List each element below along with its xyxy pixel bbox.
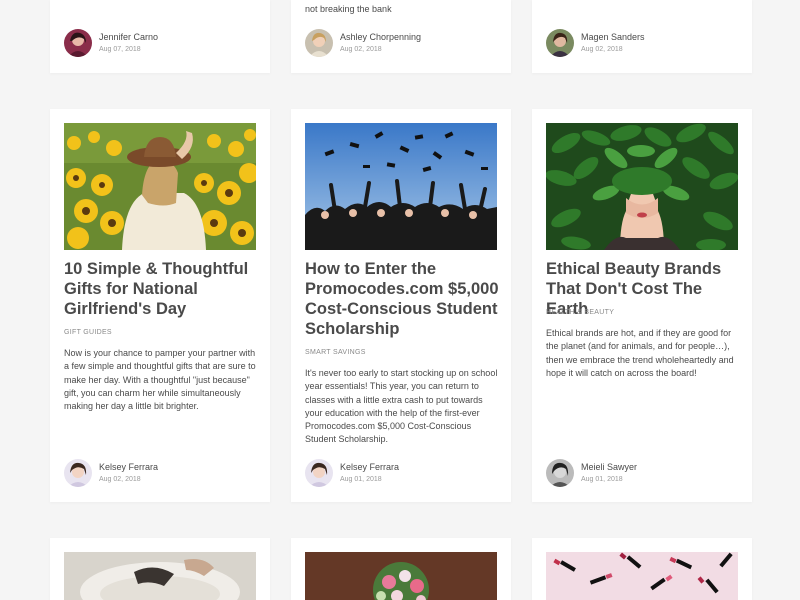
graduation-caps-photo[interactable]	[305, 123, 497, 250]
post-date: Aug 02, 2018	[99, 476, 141, 483]
post-card[interactable]: 10 Simple & Thoughtful Gifts for Nationa…	[50, 109, 270, 502]
avatar	[64, 459, 92, 487]
author-block[interactable]: Kelsey Ferrara Aug 01, 2018	[305, 459, 495, 487]
post-date: Aug 01, 2018	[340, 476, 382, 483]
author-name[interactable]: Meieli Sawyer	[581, 462, 637, 472]
avatar	[546, 459, 574, 487]
post-card[interactable]: not breaking the bank Ashley Chorpenning…	[291, 0, 511, 73]
author-block[interactable]: Meieli Sawyer Aug 01, 2018	[546, 459, 736, 487]
post-excerpt: not breaking the bank	[305, 4, 392, 14]
post-date: Aug 01, 2018	[581, 476, 623, 483]
avatar	[305, 459, 333, 487]
avatar	[64, 29, 92, 57]
bathtub-photo[interactable]	[64, 552, 256, 600]
post-category[interactable]: Smart Savings	[305, 349, 366, 356]
author-block[interactable]: Jennifer Carno Aug 07, 2018	[64, 29, 254, 57]
leaves-portrait-photo[interactable]	[546, 123, 738, 250]
author-block[interactable]: Kelsey Ferrara Aug 02, 2018	[64, 459, 254, 487]
author-block[interactable]: Ashley Chorpenning Aug 02, 2018	[305, 29, 495, 57]
post-title[interactable]: 10 Simple & Thoughtful Gifts for Nationa…	[64, 259, 260, 319]
author-name[interactable]: Kelsey Ferrara	[340, 462, 399, 472]
post-date: Aug 02, 2018	[340, 46, 382, 53]
flower-bouquet-photo[interactable]	[305, 552, 497, 600]
post-card[interactable]	[532, 538, 752, 600]
author-name[interactable]: Ashley Chorpenning	[340, 32, 421, 42]
post-card[interactable]	[291, 538, 511, 600]
post-excerpt: Now is your chance to pamper your partne…	[64, 348, 256, 412]
post-excerpt: Ethical brands are hot, and if they are …	[546, 328, 734, 378]
author-block[interactable]: Magen Sanders Aug 02, 2018	[546, 29, 736, 57]
post-date: Aug 07, 2018	[99, 46, 141, 53]
avatar	[546, 29, 574, 57]
avatar	[305, 29, 333, 57]
post-card[interactable]	[50, 538, 270, 600]
post-excerpt: It's never too early to start stocking u…	[305, 368, 498, 445]
post-title[interactable]: How to Enter the Promocodes.com $5,000 C…	[305, 259, 501, 339]
author-name[interactable]: Kelsey Ferrara	[99, 462, 158, 472]
author-name[interactable]: Jennifer Carno	[99, 32, 158, 42]
post-category[interactable]: Gift Guides	[64, 329, 112, 336]
post-category[interactable]: Health & Beauty	[546, 309, 614, 316]
post-card[interactable]: How to Enter the Promocodes.com $5,000 C…	[291, 109, 511, 502]
post-card[interactable]: Jennifer Carno Aug 07, 2018	[50, 0, 270, 73]
post-card[interactable]: Magen Sanders Aug 02, 2018	[532, 0, 752, 73]
author-name[interactable]: Magen Sanders	[581, 32, 645, 42]
sunflower-field-photo[interactable]	[64, 123, 256, 250]
post-date: Aug 02, 2018	[581, 46, 623, 53]
lipsticks-photo[interactable]	[546, 552, 738, 600]
post-card[interactable]: Ethical Beauty Brands That Don't Cost Th…	[532, 109, 752, 502]
